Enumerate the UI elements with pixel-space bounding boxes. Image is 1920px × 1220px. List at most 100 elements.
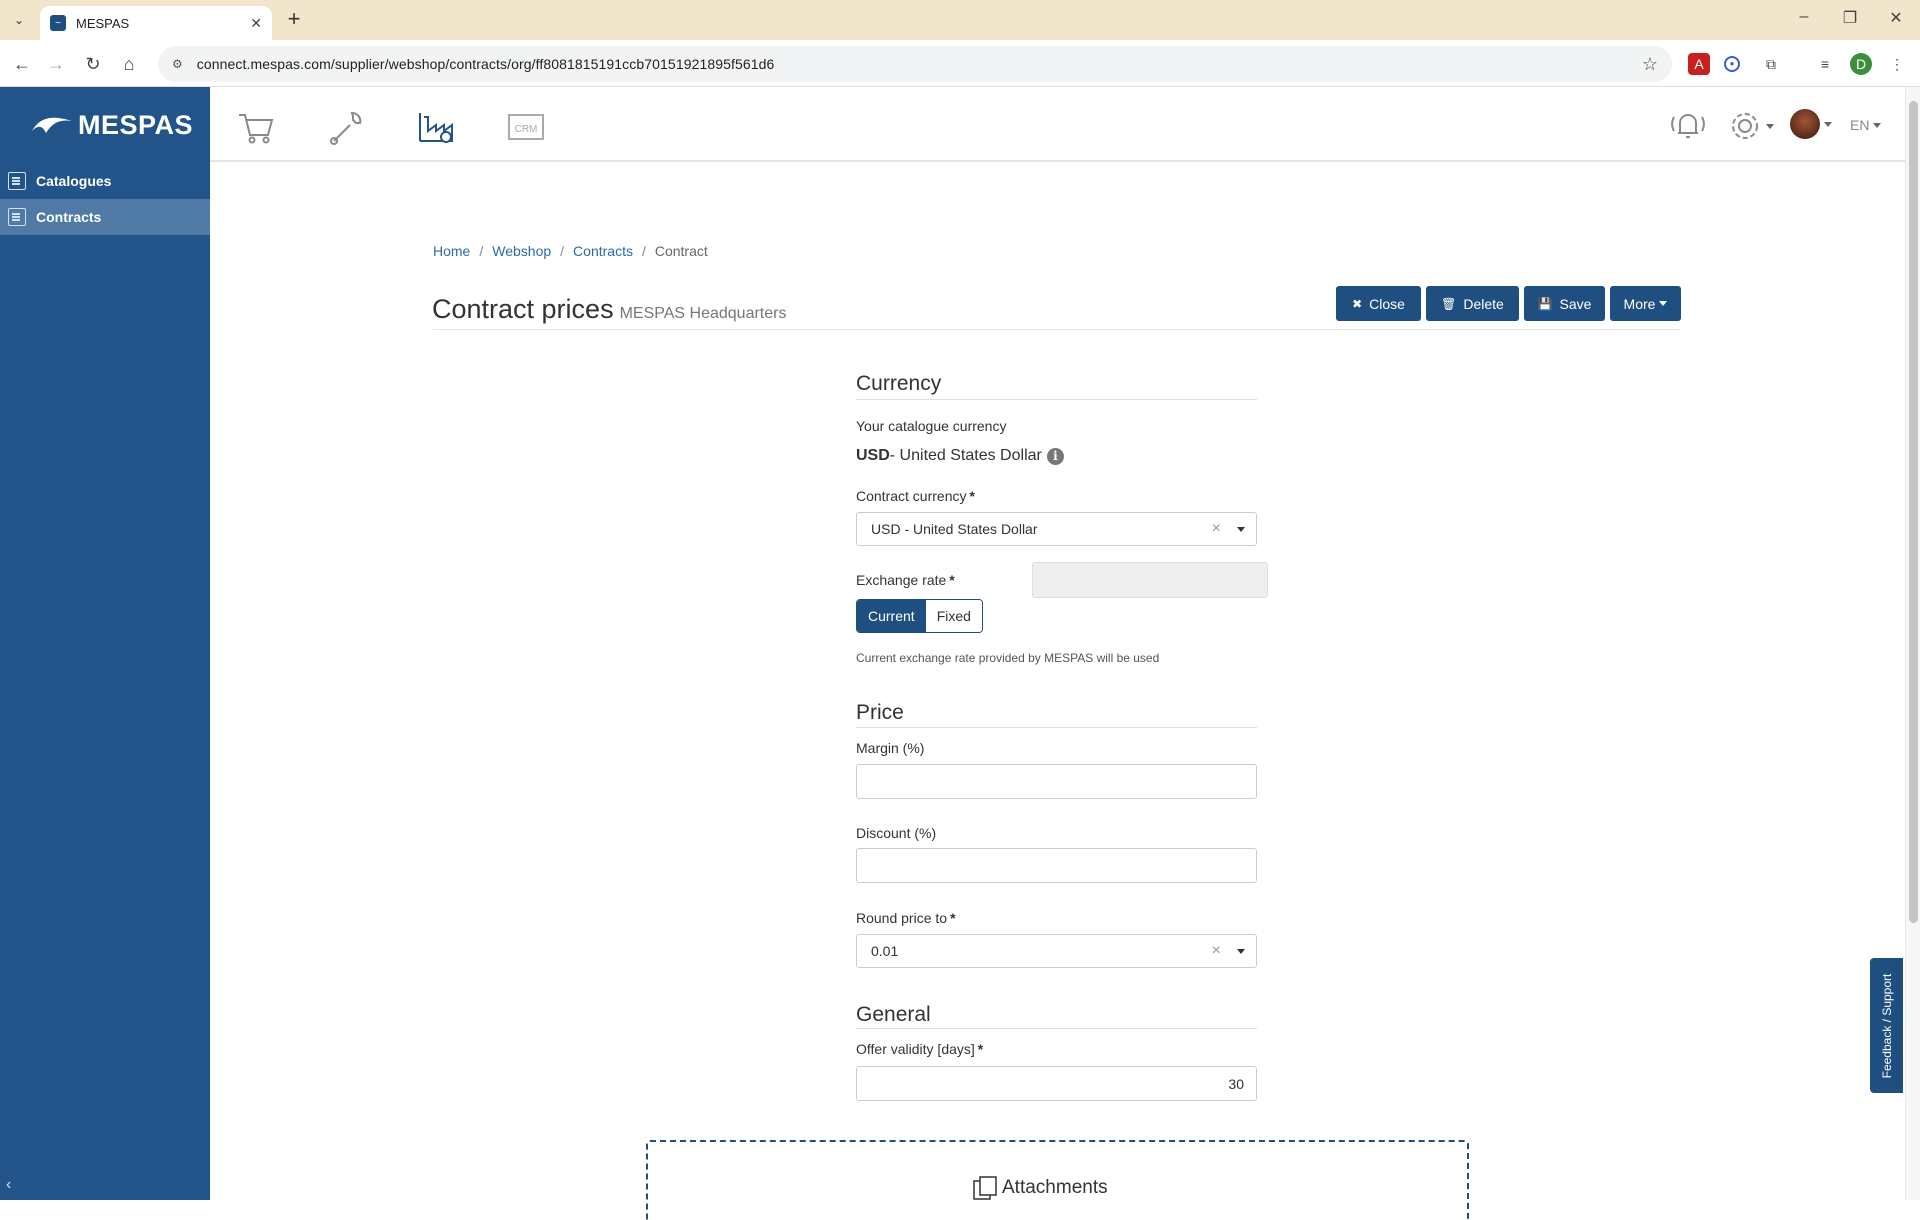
close-button[interactable]: ✖ Close — [1336, 286, 1421, 321]
sidebar-item-catalogues[interactable]: Catalogues — [0, 163, 210, 199]
sidebar-item-label: Catalogues — [36, 173, 112, 189]
page-scrollbar[interactable] — [1905, 87, 1920, 1200]
restore-icon[interactable]: ❐ — [1830, 8, 1870, 28]
floppy-disk-icon: 💾 — [1537, 296, 1553, 311]
pdf-extension-icon[interactable]: A — [1688, 53, 1710, 75]
minimize-icon[interactable]: – — [1784, 8, 1824, 26]
new-tab-plus-icon[interactable]: + — [282, 8, 306, 32]
exchange-rate-help-text: Current exchange rate provided by MESPAS… — [856, 651, 1160, 665]
required-asterisk: * — [949, 572, 955, 588]
clear-x-icon[interactable]: × — [1212, 520, 1221, 538]
window-close-icon[interactable]: ✕ — [1876, 8, 1916, 28]
scrollbar-thumb[interactable] — [1909, 101, 1918, 923]
offer-validity-input[interactable]: 30 — [856, 1066, 1257, 1101]
site-info-icon[interactable]: ⚙ — [172, 57, 183, 71]
extension-circle-icon[interactable]: ● — [1724, 56, 1740, 72]
crm-icon[interactable]: CRM — [506, 107, 546, 147]
logo-text: MESPAS — [78, 109, 194, 140]
profile-avatar-icon[interactable]: D — [1850, 53, 1872, 75]
address-bar[interactable]: ⚙ connect.mespas.com/supplier/webshop/co… — [158, 46, 1672, 82]
sidebar-item-label: Contracts — [36, 209, 102, 225]
round-price-select[interactable]: 0.01 × — [856, 934, 1257, 968]
exchange-rate-input[interactable] — [1032, 562, 1268, 598]
delete-button[interactable]: 🗑 Delete — [1426, 286, 1519, 321]
offer-validity-label: Offer validity [days] * — [856, 1041, 983, 1057]
catalogue-currency-value: USD - United States Dollar i — [856, 447, 1064, 465]
back-arrow-icon[interactable]: ← — [10, 52, 34, 76]
language-selector[interactable]: EN — [1850, 117, 1882, 133]
bookmark-star-icon[interactable]: ☆ — [1642, 54, 1658, 75]
tab-close-icon[interactable]: ✕ — [250, 15, 262, 32]
cart-icon[interactable] — [236, 107, 276, 147]
delete-button-label: Delete — [1463, 295, 1504, 312]
exchange-rate-label-text: Exchange rate — [856, 572, 947, 588]
media-control-icon[interactable]: ≡ — [1814, 53, 1836, 75]
feedback-support-tab[interactable]: Feedback / Support — [1870, 958, 1903, 1093]
discount-input[interactable] — [856, 848, 1257, 883]
exchange-rate-label: Exchange rate * — [856, 572, 955, 588]
more-button[interactable]: More — [1610, 286, 1681, 321]
more-button-label: More — [1623, 295, 1656, 312]
required-asterisk: * — [950, 910, 956, 926]
breadcrumb-contracts[interactable]: Contracts — [573, 243, 633, 259]
contract-currency-label-text: Contract currency — [856, 488, 967, 504]
tab-list-chevron-icon[interactable]: ⌄ — [8, 9, 30, 31]
toggle-fixed[interactable]: Fixed — [925, 600, 982, 632]
section-divider — [856, 1028, 1257, 1029]
browser-toolbar: ← → ↻ ⌂ ⚙ connect.mespas.com/supplier/we… — [0, 40, 1920, 87]
user-menu[interactable] — [1790, 109, 1832, 139]
wrench-icon[interactable] — [326, 107, 366, 147]
url-text: connect.mespas.com/supplier/webshop/cont… — [196, 56, 775, 72]
title-divider — [433, 329, 1681, 330]
dropdown-arrow-icon[interactable] — [1237, 526, 1245, 532]
contract-icon — [8, 208, 26, 226]
round-price-label-text: Round price to — [856, 910, 948, 926]
browser-menu-icon[interactable]: ⋮ — [1886, 53, 1908, 75]
catalogue-currency-label: Your catalogue currency — [856, 418, 1007, 434]
save-button[interactable]: 💾 Save — [1524, 286, 1605, 321]
breadcrumb: Home / Webshop / Contracts / Contract — [433, 243, 708, 259]
svg-text:CRM: CRM — [515, 124, 538, 135]
mespas-favicon-icon: ~ — [50, 15, 66, 31]
collapse-sidebar-chevron-icon[interactable]: ‹ — [6, 1176, 11, 1194]
extensions-puzzle-icon[interactable]: ⧉ — [1760, 53, 1782, 75]
browser-tab[interactable]: ~ MESPAS ✕ — [40, 6, 272, 40]
sidebar-item-contracts[interactable]: Contracts — [0, 199, 210, 235]
required-asterisk: * — [977, 1041, 984, 1057]
info-icon[interactable]: i — [1046, 447, 1064, 465]
close-button-label: Close — [1369, 295, 1405, 312]
breadcrumb-webshop[interactable]: Webshop — [492, 243, 551, 259]
browser-tab-bar: ⌄ ~ MESPAS ✕ + – ❐ ✕ — [0, 0, 1920, 40]
catalogue-icon — [8, 172, 26, 190]
notifications-bell-icon[interactable] — [1670, 109, 1706, 141]
discount-label: Discount (%) — [856, 825, 937, 841]
chevron-down-icon — [1766, 123, 1774, 129]
page-subtitle: MESPAS Headquarters — [619, 305, 787, 322]
dropdown-arrow-icon[interactable] — [1237, 948, 1245, 954]
general-section-title: General — [856, 1003, 931, 1026]
settings-gear-icon[interactable] — [1728, 109, 1774, 143]
tab-title: MESPAS — [76, 15, 130, 31]
save-button-label: Save — [1559, 295, 1592, 312]
page-title: Contract prices MESPAS Headquarters — [432, 294, 786, 325]
required-asterisk: * — [969, 488, 975, 504]
trash-icon: 🗑 — [1441, 296, 1457, 311]
round-price-label: Round price to * — [856, 910, 956, 926]
toggle-current[interactable]: Current — [857, 600, 926, 632]
home-icon[interactable]: ⌂ — [117, 52, 141, 76]
forward-arrow-icon[interactable]: → — [44, 52, 68, 76]
app-header: CRM EN — [210, 87, 1905, 162]
breadcrumb-home[interactable]: Home — [433, 243, 470, 259]
mespas-logo[interactable]: MESPAS — [30, 107, 193, 143]
section-divider — [856, 399, 1257, 400]
catalogue-currency-name: - United States Dollar — [889, 447, 1042, 464]
chevron-down-icon — [1824, 121, 1832, 127]
clear-x-icon[interactable]: × — [1212, 942, 1221, 960]
documents-icon — [973, 1176, 997, 1200]
margin-input[interactable] — [856, 764, 1257, 799]
exchange-rate-mode-toggle: Current Fixed — [856, 599, 983, 633]
factory-icon[interactable] — [416, 107, 456, 147]
reload-icon[interactable]: ↻ — [81, 52, 105, 76]
attachments-label: Attachments — [972, 1175, 1108, 1201]
contract-currency-select[interactable]: USD - United States Dollar × — [856, 512, 1257, 546]
